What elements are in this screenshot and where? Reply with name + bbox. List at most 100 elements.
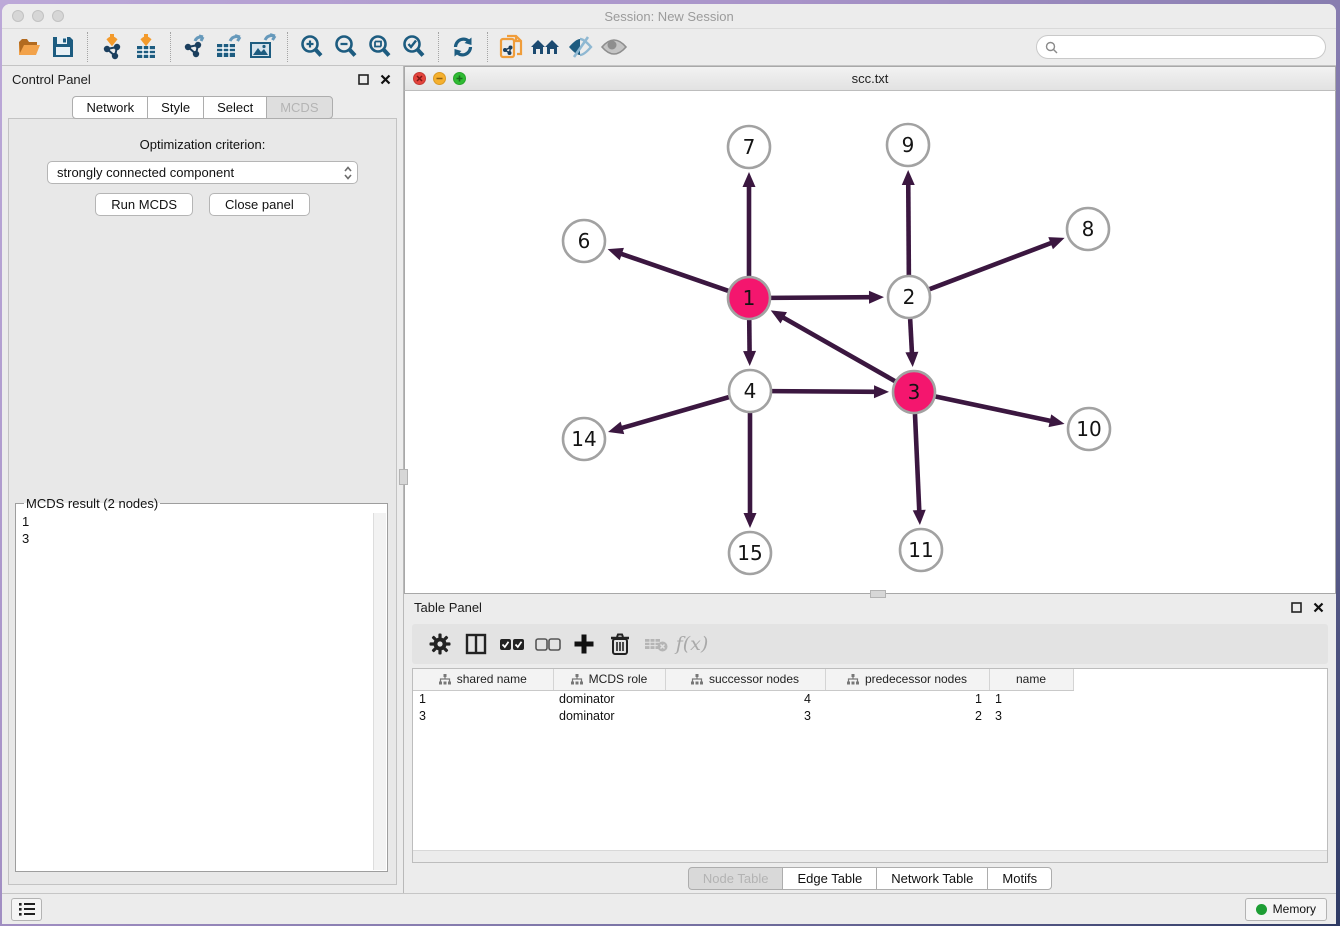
tab-motifs[interactable]: Motifs (987, 867, 1052, 890)
graph-edge-2-9[interactable] (908, 182, 909, 275)
vertical-splitter-handle[interactable] (399, 469, 408, 485)
deselect-all-rows-button[interactable] (530, 628, 566, 660)
criterion-dropdown[interactable]: strongly connected component (47, 161, 358, 184)
graph-edge-3-11[interactable] (915, 414, 919, 513)
attribute-tree-icon (571, 674, 583, 685)
graph-edge-3-1[interactable] (781, 316, 895, 381)
search-input[interactable] (1063, 40, 1317, 54)
hide-selected-button[interactable] (563, 32, 597, 62)
table-cell[interactable]: 3 (665, 707, 825, 724)
new-network-from-selection-button[interactable] (495, 32, 529, 62)
tab-mcds[interactable]: MCDS (266, 96, 332, 119)
column-header-name[interactable]: name (989, 669, 1073, 690)
graph-edge-1-6[interactable] (619, 253, 728, 291)
search-box[interactable] (1036, 35, 1326, 59)
delete-columns-button[interactable] (602, 628, 638, 660)
column-header-predecessor-nodes[interactable]: predecessor nodes (825, 669, 989, 690)
table-row[interactable]: 1dominator411 (413, 690, 1327, 707)
graph-edge-2-8[interactable] (930, 242, 1054, 289)
table-hscrollbar[interactable] (413, 850, 1327, 862)
select-all-rows-button[interactable] (494, 628, 530, 660)
zoom-selected-button[interactable] (397, 32, 431, 62)
create-column-button[interactable] (566, 628, 602, 660)
graph-node-label: 8 (1082, 217, 1095, 241)
network-view-window: scc.txt 7968124314101511 (404, 66, 1336, 594)
graph-edge-1-2[interactable] (771, 297, 872, 298)
function-builder-button: f(x) (674, 628, 710, 660)
network-window-titlebar[interactable]: scc.txt (404, 66, 1336, 91)
arrowhead-icon (1048, 237, 1064, 249)
graph-edge-3-10[interactable] (936, 397, 1053, 422)
close-table-panel-button[interactable] (1310, 599, 1326, 615)
first-neighbors-button[interactable] (529, 32, 563, 62)
table-cell[interactable]: dominator (553, 707, 665, 724)
graph-edge-4-3[interactable] (772, 391, 877, 392)
plus-icon (573, 633, 595, 655)
horizontal-splitter-handle[interactable] (870, 590, 886, 598)
column-header-shared-name[interactable]: shared name (413, 669, 553, 690)
export-image-icon (248, 33, 278, 61)
attribute-tree-icon (439, 674, 451, 685)
table-cell[interactable]: 4 (665, 690, 825, 707)
table-mode-button[interactable] (422, 628, 458, 660)
attribute-tree-icon (847, 674, 859, 685)
table-cell[interactable]: 3 (989, 707, 1073, 724)
column-header-MCDS-role[interactable]: MCDS role (553, 669, 665, 690)
network-canvas[interactable]: 7968124314101511 (404, 91, 1336, 594)
table-cell[interactable]: 2 (825, 707, 989, 724)
column-header-successor-nodes[interactable]: successor nodes (665, 669, 825, 690)
toolbar-separator (438, 32, 439, 62)
close-panel-action-button[interactable]: Close panel (209, 193, 310, 216)
graph-edge-4-14[interactable] (620, 397, 729, 429)
arrowhead-icon (608, 422, 624, 434)
show-columns-button[interactable] (458, 628, 494, 660)
graph-node-label: 3 (908, 380, 921, 404)
tab-select[interactable]: Select (203, 96, 267, 119)
tab-edge-table[interactable]: Edge Table (782, 867, 877, 890)
arrowhead-icon (869, 291, 884, 304)
table-row[interactable]: 3dominator323 (413, 707, 1327, 724)
result-scrollbar[interactable] (373, 513, 386, 870)
float-panel-button[interactable] (355, 71, 371, 87)
close-panel-button[interactable] (377, 71, 393, 87)
show-all-button[interactable] (597, 32, 631, 62)
save-session-button[interactable] (46, 32, 80, 62)
close-icon (1313, 602, 1324, 613)
node-table[interactable]: shared nameMCDS rolesuccessor nodesprede… (412, 668, 1328, 863)
tab-style[interactable]: Style (147, 96, 204, 119)
run-mcds-button[interactable]: Run MCDS (95, 193, 193, 216)
export-network-button[interactable] (178, 32, 212, 62)
window-title: Session: New Session (2, 9, 1336, 24)
graph-edge-2-3[interactable] (910, 319, 912, 355)
table-cell[interactable]: 1 (989, 690, 1073, 707)
open-file-button[interactable] (12, 32, 46, 62)
float-table-panel-button[interactable] (1288, 599, 1304, 615)
export-image-button[interactable] (246, 32, 280, 62)
save-icon (51, 35, 75, 59)
table-cell[interactable]: 1 (825, 690, 989, 707)
mcds-panel-body: Optimization criterion: strongly connect… (8, 118, 397, 885)
mcds-result-list: 13 (22, 513, 387, 547)
import-network-button[interactable] (95, 32, 129, 62)
tab-network[interactable]: Network (72, 96, 148, 119)
tab-node-table[interactable]: Node Table (688, 867, 784, 890)
zoom-fit-icon (367, 34, 393, 60)
tab-network-table[interactable]: Network Table (876, 867, 988, 890)
houses-icon (530, 35, 562, 59)
memory-button[interactable]: Memory (1245, 898, 1327, 921)
title-bar[interactable]: Session: New Session (2, 4, 1336, 28)
refresh-button[interactable] (446, 32, 480, 62)
import-table-button[interactable] (129, 32, 163, 62)
table-cell[interactable]: 1 (413, 690, 553, 707)
zoom-fit-button[interactable] (363, 32, 397, 62)
zoom-out-button[interactable] (329, 32, 363, 62)
table-cell[interactable]: dominator (553, 690, 665, 707)
zoom-in-button[interactable] (295, 32, 329, 62)
clone-network-icon (498, 33, 526, 61)
export-table-button[interactable] (212, 32, 246, 62)
arrowhead-icon (1049, 414, 1065, 427)
task-history-button[interactable] (11, 898, 42, 921)
graph-node-label: 11 (908, 538, 933, 562)
main-toolbar (2, 28, 1336, 66)
table-cell[interactable]: 3 (413, 707, 553, 724)
